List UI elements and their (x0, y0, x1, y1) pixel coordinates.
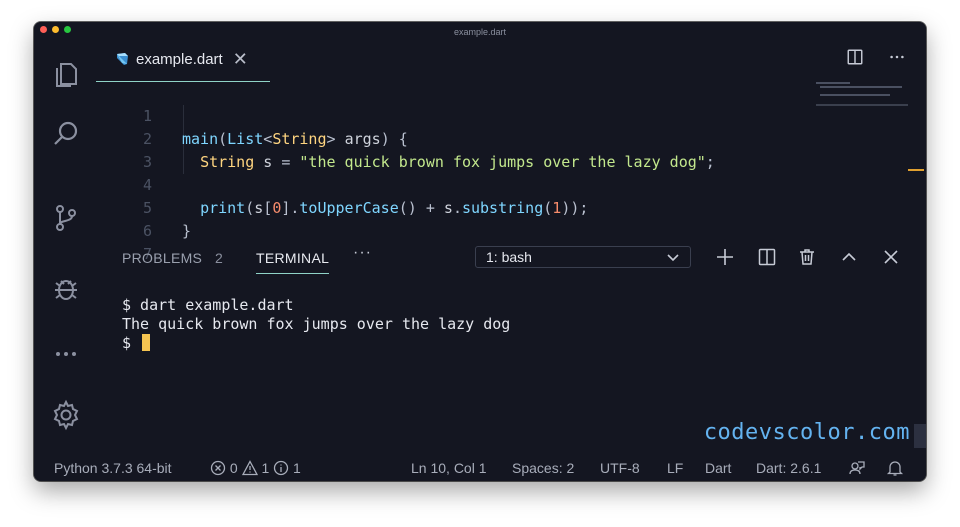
indentation-status[interactable]: Spaces: 2 (512, 459, 574, 478)
run-debug-icon[interactable] (48, 270, 84, 306)
chevron-down-icon (667, 254, 679, 262)
maximize-window-button[interactable] (64, 26, 71, 33)
split-terminal-icon[interactable] (756, 246, 778, 268)
close-tab-icon[interactable]: ✕ (233, 50, 248, 68)
problems-count-badge: 2 (215, 250, 223, 266)
terminal-prompt-line: $ (122, 334, 510, 353)
notifications-bell-icon[interactable] (886, 459, 904, 479)
more-actions-icon[interactable] (886, 46, 908, 68)
activity-bar (34, 36, 96, 456)
tab-example-dart[interactable]: example.dart ✕ (96, 36, 270, 82)
explorer-icon[interactable] (48, 56, 84, 92)
code-line-text: main(List<String> args) { (182, 130, 408, 148)
title-bar: example.dart (34, 22, 926, 37)
error-icon (210, 460, 226, 476)
terminal-cursor (142, 334, 151, 351)
close-panel-icon[interactable] (880, 246, 902, 268)
minimize-window-button[interactable] (52, 26, 59, 33)
dart-file-icon (117, 53, 128, 65)
error-count: 0 (229, 460, 238, 476)
new-terminal-icon[interactable] (714, 246, 736, 268)
code-line: 7 (96, 220, 152, 263)
code-line-text: String s = "the quick brown fox jumps ov… (200, 153, 715, 171)
terminal-select-value: 1: bash (486, 249, 532, 265)
tab-problems[interactable]: PROBLEMS (122, 250, 202, 266)
info-icon (274, 460, 289, 476)
close-window-button[interactable] (40, 26, 47, 33)
overview-ruler-marker (908, 169, 924, 171)
language-mode[interactable]: Dart (705, 459, 731, 478)
split-editor-icon[interactable] (844, 46, 866, 68)
search-icon[interactable] (48, 116, 84, 152)
minimap[interactable] (816, 82, 908, 122)
cursor-position[interactable]: Ln 10, Col 1 (411, 459, 487, 478)
editor-tab-bar: example.dart ✕ (96, 36, 926, 82)
code-line: 3 (96, 128, 152, 171)
scrollbar-thumb[interactable] (914, 424, 926, 448)
terminal-line: $ dart example.dart (122, 296, 294, 314)
panel-more-icon[interactable]: ··· (353, 244, 372, 262)
editor-actions (844, 46, 908, 68)
eol-status[interactable]: LF (667, 459, 683, 478)
code-line: 5 } (96, 174, 191, 240)
source-control-icon[interactable] (48, 200, 84, 236)
more-icon[interactable] (48, 336, 84, 372)
settings-gear-icon[interactable] (48, 397, 84, 433)
code-line: 2 String s = "the quick brown fox jumps … (96, 105, 715, 171)
vscode-window: example.dart example.dart ✕ 1 main(List<… (34, 22, 926, 481)
feedback-icon[interactable] (848, 459, 866, 479)
trash-icon[interactable] (796, 246, 818, 268)
panel-tab-bar: PROBLEMS 2 TERMINAL ··· 1: bash (96, 242, 926, 274)
code-line-text: } (182, 222, 192, 240)
watermark: codevscolor.com (703, 420, 910, 445)
problems-status[interactable]: 0 1 1 (210, 459, 301, 478)
warning-count: 1 (261, 460, 270, 476)
code-editor[interactable]: 1 main(List<String> args) { 2 String s =… (96, 82, 856, 263)
terminal-prompt: $ (122, 334, 141, 352)
status-bar: Python 3.7.3 64-bit 0 1 1 Ln 10, Col 1 S… (34, 456, 926, 481)
terminal-select[interactable]: 1: bash (475, 246, 691, 268)
python-interpreter[interactable]: Python 3.7.3 64-bit (54, 459, 172, 478)
terminal-line: The quick brown fox jumps over the lazy … (122, 315, 511, 333)
maximize-panel-icon[interactable] (838, 246, 860, 268)
tab-terminal[interactable]: TERMINAL (256, 250, 330, 274)
code-line-text: print(s[0].toUpperCase() + s.substring(1… (200, 199, 589, 217)
code-line: 4 print(s[0].toUpperCase() + s.substring… (96, 151, 588, 217)
tab-label: example.dart (136, 50, 223, 68)
minimap-slider[interactable] (816, 104, 908, 106)
dart-sdk-version[interactable]: Dart: 2.6.1 (756, 459, 821, 478)
code-line: 1 main(List<String> args) { (96, 82, 408, 148)
code-line: 6 (96, 197, 152, 240)
terminal-output[interactable]: $ dart example.dart The quick brown fox … (122, 296, 510, 353)
info-count: 1 (293, 460, 301, 476)
encoding-status[interactable]: UTF-8 (600, 459, 640, 478)
warning-icon (241, 460, 258, 476)
